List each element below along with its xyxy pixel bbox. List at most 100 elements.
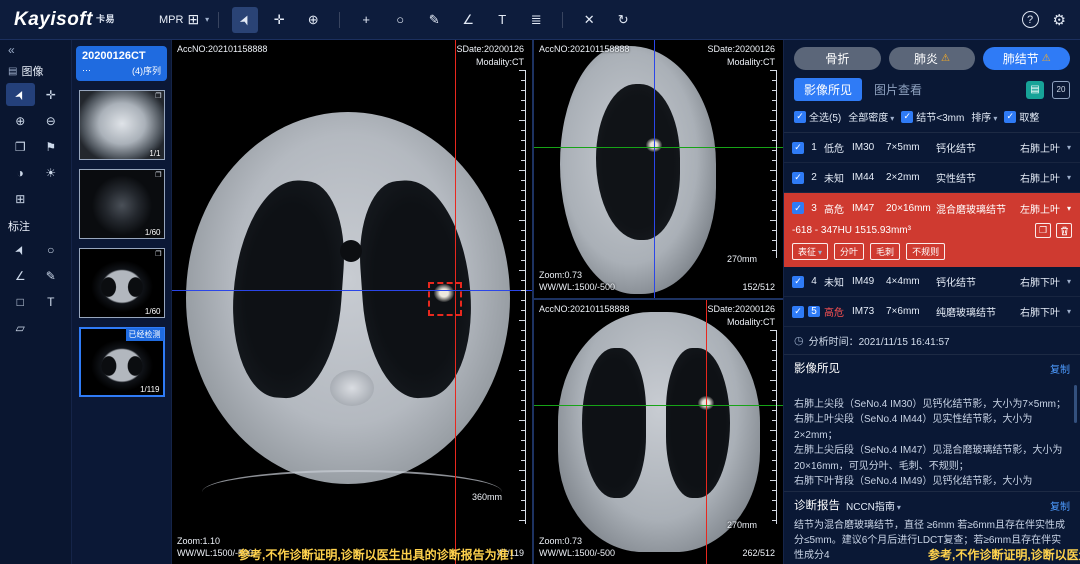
mpr-layout-selector[interactable]: MPR ⊞ [159, 11, 209, 28]
rect-annotation-button[interactable]: □ [6, 290, 35, 313]
axial-crosshair-line[interactable] [534, 147, 783, 148]
small-nodule-filter[interactable]: 结节<3mm [901, 109, 964, 124]
zoom-in-button[interactable]: ⊕ [6, 109, 35, 132]
magnifier-button[interactable]: ⊖ [37, 109, 66, 132]
right-panel: 骨折 肺炎 ⚠ 肺结节 ⚠ 影像所见 图片查看 ▤ 20 全选(5) [783, 40, 1080, 564]
mode-lung-nodule-button[interactable]: 肺结节 ⚠ [983, 47, 1070, 70]
nodule-row-2[interactable]: 2 未知 IM44 2×2mm 实性结节 右肺上叶 [784, 163, 1080, 193]
reset-view-button[interactable]: ↻ [610, 7, 636, 33]
pan-tool-button[interactable]: ✛ [37, 83, 66, 106]
contrast-button[interactable]: ◑ [6, 161, 35, 184]
ellipse-tool-button[interactable]: ○ [387, 7, 413, 33]
copy-nodule-button[interactable]: ❐ [1035, 223, 1051, 238]
cursor-tool-button[interactable]: ➤ [232, 7, 258, 33]
feature-dropdown[interactable]: 表征 [792, 243, 828, 260]
scrollbar[interactable] [1074, 385, 1077, 423]
tab-image-view[interactable]: 图片查看 [874, 81, 922, 98]
expand-caret[interactable] [1064, 143, 1074, 152]
nodule-row-3-selected[interactable]: 3 高危 IM47 20×16mm 混合磨玻璃结节 左肺上叶 -618 - 34… [784, 193, 1080, 267]
measure-list-button[interactable]: ≣ [523, 7, 549, 33]
select-all-checkbox[interactable] [794, 111, 806, 123]
round-filter[interactable]: 取整 [1004, 109, 1039, 124]
capture-button[interactable]: ❐ [6, 135, 35, 158]
pencil-tool-button[interactable]: ✎ [421, 7, 447, 33]
nodule-roi-box[interactable] [428, 282, 462, 316]
thumb-counter: 1/1 [149, 149, 160, 158]
series-thumbnail-2[interactable]: ❐ 1/60 [79, 169, 165, 239]
coronal-crosshair-line[interactable] [172, 290, 532, 291]
coronal-crosshair-line[interactable] [654, 40, 655, 298]
clear-annotations-button[interactable]: ✕ [576, 7, 602, 33]
density-dropdown[interactable]: 全部密度 [848, 109, 894, 124]
eraser-button[interactable]: ▱ [6, 316, 35, 339]
nodule-checkbox[interactable] [792, 202, 804, 214]
series-thumbnail-1[interactable]: ❐ 1/1 [79, 90, 165, 160]
expand-icon[interactable]: ❐ [155, 171, 161, 179]
layout-grid-icon: ⊞ [187, 11, 199, 28]
frame-counter: 152/512 [742, 281, 775, 294]
expand-icon[interactable]: ❐ [155, 92, 161, 100]
nodule-size: 20×16mm [886, 203, 932, 214]
viewport-axial[interactable]: AccNO:202101158888 SDate:20200126 Modali… [172, 40, 532, 564]
select-all-filter[interactable]: 全选(5) [794, 109, 841, 124]
feature-tag-spiculation[interactable]: 毛刺 [870, 243, 900, 260]
copy-findings-button[interactable]: 复制 [1050, 361, 1070, 376]
text-tool-button[interactable]: T [489, 7, 515, 33]
copy-report-button[interactable]: 复制 [1050, 498, 1070, 513]
viewport-sagittal[interactable]: AccNO:202101158888 SDate:20200126 Modali… [534, 40, 783, 298]
settings-button[interactable]: ⚙ [1053, 11, 1066, 29]
nccn-guide-dropdown[interactable]: NCCN指南 [846, 498, 901, 513]
select-tool-button[interactable]: ➤ [6, 238, 35, 261]
collapse-button[interactable]: « [0, 40, 71, 60]
nodule-checkbox[interactable] [792, 306, 804, 318]
nodule-row-1[interactable]: 1 低危 IM30 7×5mm 钙化结节 右肺上叶 [784, 133, 1080, 163]
cursor-tool-button[interactable]: ➤ [6, 83, 35, 106]
angle-tool-button[interactable]: ∠ [455, 7, 481, 33]
nodule-checkbox[interactable] [792, 172, 804, 184]
delete-nodule-button[interactable] [1056, 223, 1072, 238]
nodule-checkbox[interactable] [792, 276, 804, 288]
small-nodule-checkbox[interactable] [901, 111, 913, 123]
brightness-button[interactable]: ☀ [37, 161, 66, 184]
series-thumbnail-3[interactable]: ❐ 1/60 [79, 248, 165, 318]
mpr-label: MPR [159, 14, 183, 26]
feature-tag-irregular[interactable]: 不规则 [906, 243, 945, 260]
nodule-checkbox[interactable] [792, 142, 804, 154]
expand-caret[interactable] [1064, 277, 1074, 286]
collapse-caret[interactable] [1064, 204, 1074, 213]
sagittal-crosshair-line[interactable] [706, 300, 707, 564]
series-thumbnail-4[interactable]: 已经检测 1/119 [79, 327, 165, 397]
round-checkbox[interactable] [1004, 111, 1016, 123]
pan-tool-button[interactable]: ✛ [266, 7, 292, 33]
layout-button[interactable]: ⊞ [6, 187, 35, 210]
expand-caret[interactable] [1064, 173, 1074, 182]
flag-button[interactable]: ⚑ [37, 135, 66, 158]
zoom-tool-button[interactable]: ⊕ [300, 7, 326, 33]
scale-label: 360mm [472, 492, 502, 502]
mode-pneumonia-button[interactable]: 肺炎 ⚠ [889, 47, 976, 70]
ellipse-annotation-button[interactable]: ○ [37, 238, 66, 261]
expand-caret[interactable] [1064, 307, 1074, 316]
window-level: WW/WL:1500/-500 [177, 547, 253, 560]
text-annotation-button[interactable]: T [37, 290, 66, 313]
viewport-coronal[interactable]: AccNO:202101158888 SDate:20200126 Modali… [534, 300, 783, 564]
ruler [770, 330, 777, 524]
sort-dropdown[interactable]: 排序 [971, 109, 997, 124]
crosshair-tool-button[interactable]: + [353, 7, 379, 33]
help-button[interactable]: ? [1022, 11, 1039, 28]
layout-20-icon[interactable]: 20 [1052, 81, 1070, 99]
angle-annotation-button[interactable]: ∠ [6, 264, 35, 287]
pencil-annotation-button[interactable]: ✎ [37, 264, 66, 287]
feature-tag-lobulation[interactable]: 分叶 [834, 243, 864, 260]
study-card[interactable]: 20200126CT ⋯ (4)序列 [76, 46, 167, 81]
tab-imaging-findings[interactable]: 影像所见 [794, 78, 862, 101]
axial-crosshair-line[interactable] [534, 405, 783, 406]
report-icon[interactable]: ▤ [1026, 81, 1044, 99]
mode-fracture-button[interactable]: 骨折 [794, 47, 881, 70]
expand-icon[interactable]: ❐ [155, 250, 161, 258]
more-icon[interactable]: ⋯ [82, 65, 92, 76]
nodule-row-5[interactable]: 5 高危 IM73 7×6mm 纯磨玻璃结节 右肺下叶 [784, 297, 1080, 327]
ai-mode-buttons: 骨折 肺炎 ⚠ 肺结节 ⚠ [784, 40, 1080, 75]
nodule-row-3[interactable]: 3 高危 IM47 20×16mm 混合磨玻璃结节 左肺上叶 [784, 193, 1080, 223]
nodule-row-4[interactable]: 4 未知 IM49 4×4mm 钙化结节 右肺下叶 [784, 267, 1080, 297]
